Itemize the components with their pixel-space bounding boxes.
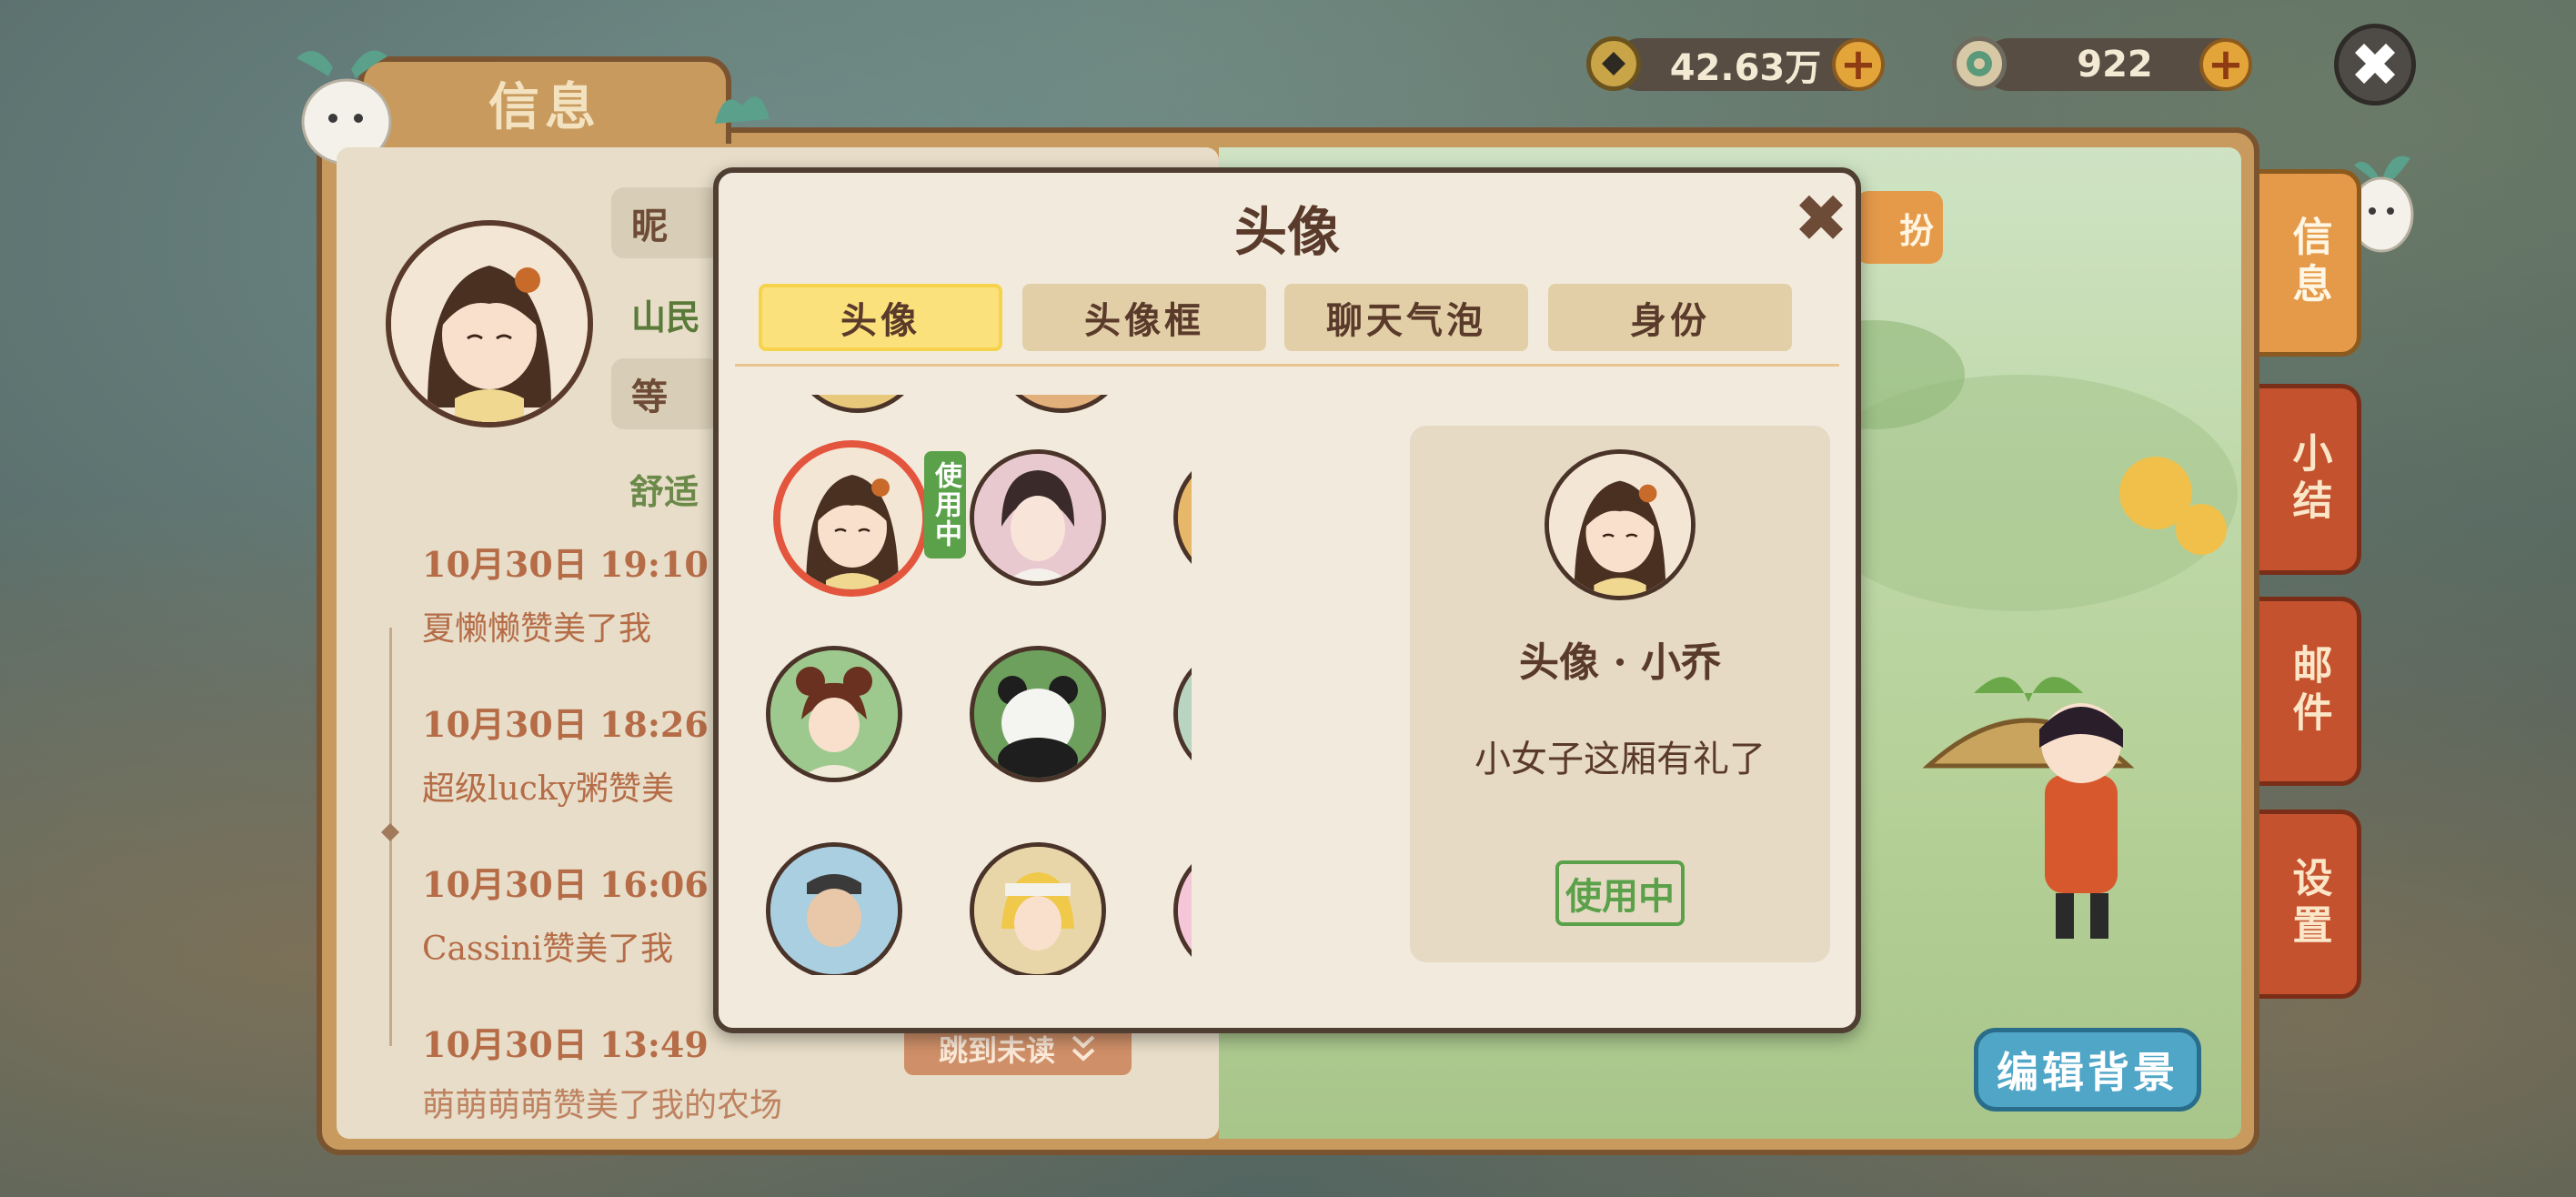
feed-date: 10月30日 19:10 — [422, 544, 709, 585]
side-tab-mail[interactable]: 邮件 — [2259, 597, 2361, 786]
tab-divider — [735, 364, 1839, 367]
tab-avatar[interactable]: 头像 — [759, 284, 1002, 351]
feed-text: 超级lucky粥赞美 — [422, 770, 675, 808]
avatar-modal: 头像 ✖ 头像 头像框 聊天气泡 身份 使用中 头像 · 小乔 小女子这厢有礼了… — [713, 167, 1861, 1033]
close-icon[interactable]: ✖ — [2334, 24, 2416, 106]
side-tab-summary[interactable]: 小结 — [2259, 384, 2361, 575]
tab-avatar-frame[interactable]: 头像框 — [1022, 284, 1266, 351]
in-use-badge: 使用中 — [924, 451, 966, 558]
avatar-name: 头像 · 小乔 — [1519, 639, 1721, 686]
avatar-option-girl-buns[interactable] — [766, 646, 902, 782]
avatar-description: 小女子这厢有礼了 — [1474, 739, 1766, 780]
side-tab-info[interactable]: 信息 — [2259, 169, 2361, 357]
detail-avatar — [1545, 449, 1696, 600]
role-text: 山民 — [631, 297, 701, 337]
avatar-option-partial[interactable] — [993, 395, 1130, 413]
level-label: 等 — [611, 358, 720, 429]
close-icon[interactable]: ✖ — [1785, 180, 1856, 256]
timeline-marker-icon — [381, 823, 399, 841]
avatar-option-xiaoqiao[interactable] — [773, 440, 930, 597]
add-coins-button[interactable]: + — [1832, 38, 1885, 91]
double-chevron-down-icon — [1072, 1035, 1095, 1061]
feed-text: 萌萌萌萌赞美了我的农场 — [422, 1087, 783, 1121]
avatar-grid[interactable]: 使用中 — [746, 395, 1192, 975]
feed-date: 10月30日 16:06 — [422, 864, 709, 905]
feed-date: 10月30日 13:49 — [422, 1024, 709, 1065]
side-tab-settings[interactable]: 设置 — [2259, 810, 2361, 999]
avatar-option-partial[interactable] — [790, 395, 926, 413]
jade-coin-icon — [1952, 36, 2007, 91]
avatar-option-young-man[interactable] — [970, 449, 1106, 586]
avatar[interactable] — [386, 220, 593, 428]
in-use-status: 使用中 — [1555, 860, 1685, 926]
dress-up-button[interactable]: 扮 — [1856, 191, 1943, 264]
nickname-label: 昵 — [611, 187, 720, 258]
leaf-decoration-icon — [715, 96, 770, 124]
feed-text: Cassini赞美了我 — [422, 930, 674, 968]
avatar-option-old-man[interactable] — [766, 842, 902, 975]
avatar-option-hooded-figure[interactable] — [1173, 646, 1192, 782]
coin-icon — [1586, 36, 1641, 91]
avatar-option-blonde-girl[interactable] — [970, 842, 1106, 975]
modal-title: 头像 — [1233, 201, 1340, 263]
edit-background-button[interactable]: 编辑背景 — [1974, 1028, 2201, 1112]
add-jade-button[interactable]: + — [2199, 38, 2252, 91]
tab-identity[interactable]: 身份 — [1548, 284, 1792, 351]
status-text: 舒适 — [629, 471, 699, 512]
avatar-detail-panel: 头像 · 小乔 小女子这厢有礼了 使用中 — [1410, 426, 1830, 962]
feed-date: 10月30日 18:26 — [422, 704, 709, 745]
feed-text: 夏懒懒赞美了我 — [422, 610, 652, 648]
avatar-option-panda[interactable] — [970, 646, 1106, 782]
avatar-option-yellow-bird[interactable] — [1173, 842, 1192, 975]
jump-to-unread-label: 跳到未读 — [938, 1033, 1055, 1068]
avatar-option-boy-warrior[interactable] — [1173, 449, 1192, 586]
tab-chat-bubble[interactable]: 聊天气泡 — [1284, 284, 1528, 351]
